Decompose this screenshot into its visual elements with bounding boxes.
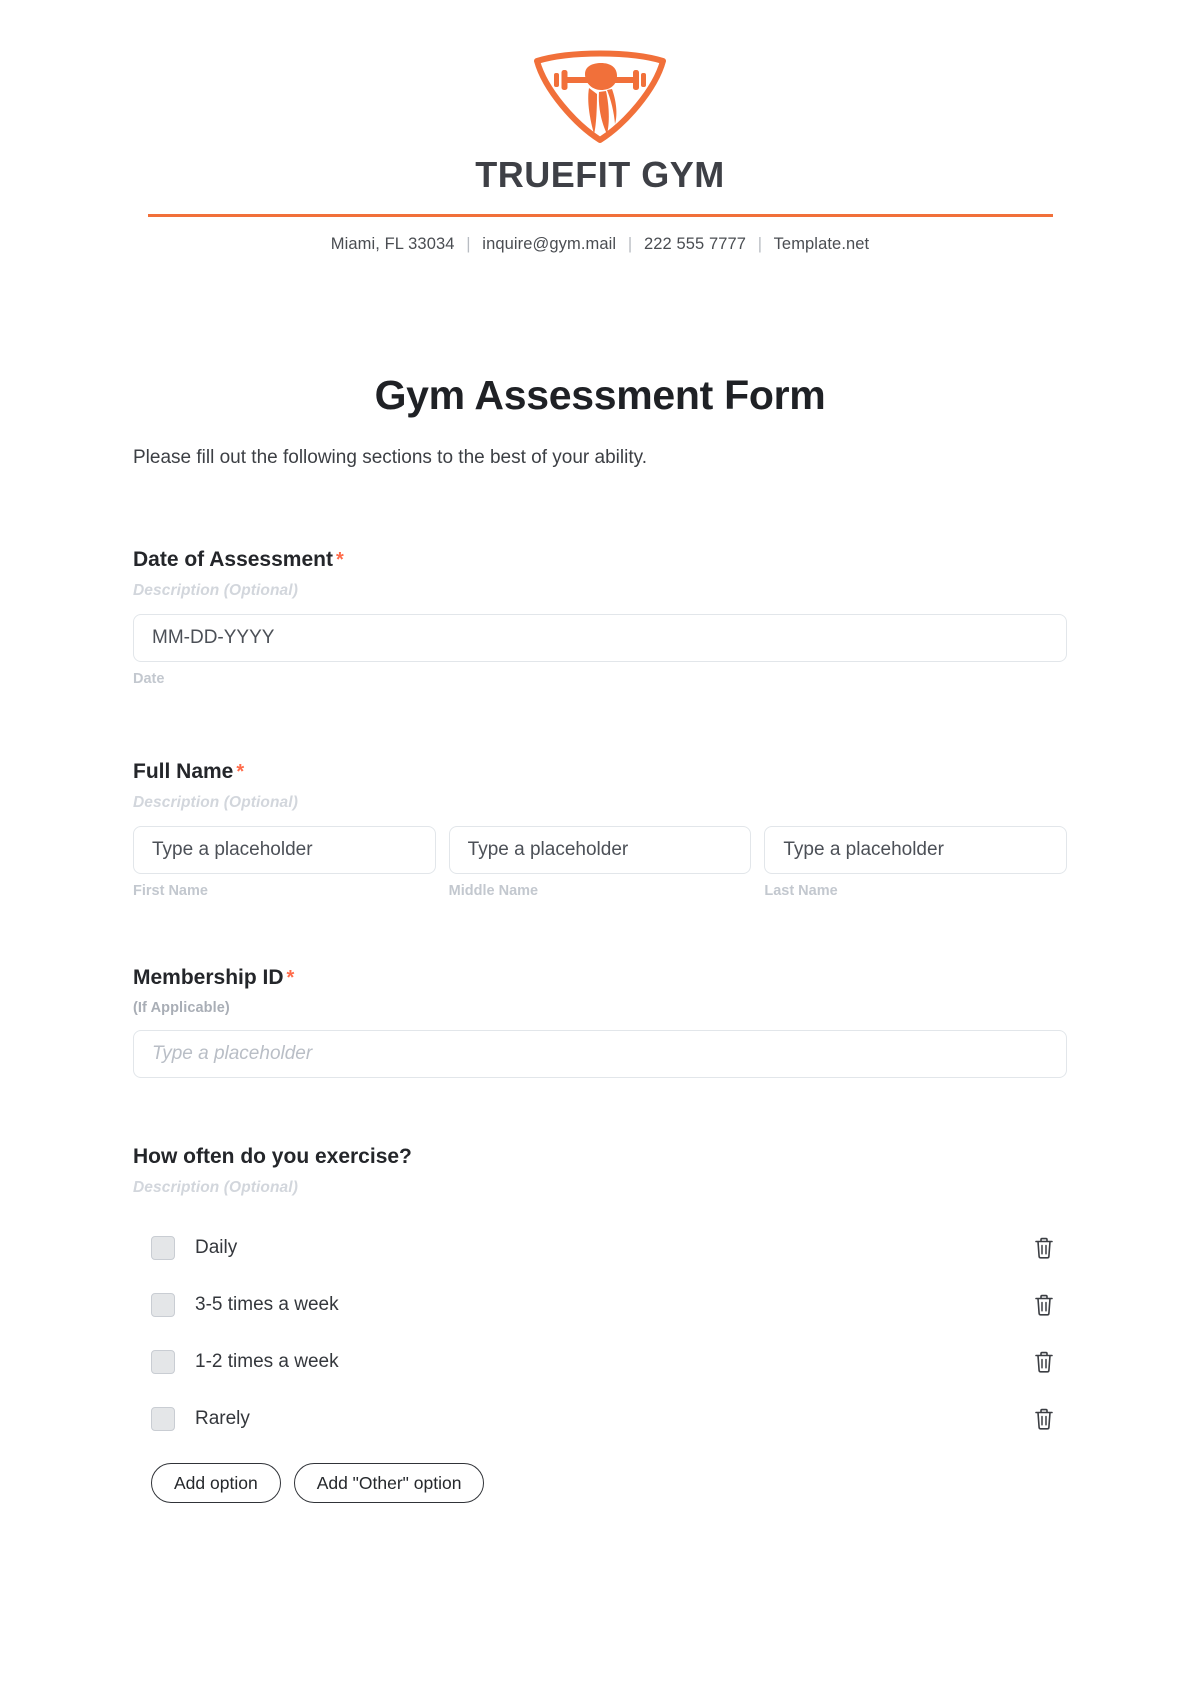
field-full-name: Full Name * Description (Optional) Type a… bbox=[133, 759, 1068, 899]
membership-id-input[interactable]: Type a placeholder bbox=[133, 1030, 1067, 1079]
name-col-middle: Type a placeholder Middle Name bbox=[448, 825, 752, 899]
input-caption-middle-name: Middle Name bbox=[448, 882, 539, 899]
field-membership-id: Membership ID * (If Applicable) Type a pl… bbox=[133, 965, 1067, 1079]
date-input[interactable]: MM-DD-YYYY bbox=[133, 613, 1067, 662]
option-action-buttons: Add option Add "Other" option bbox=[151, 1463, 1067, 1504]
field-description-membership-id: (If Applicable) bbox=[133, 1000, 230, 1017]
option-label: Daily bbox=[195, 1236, 238, 1258]
option-row[interactable]: Daily bbox=[133, 1219, 1067, 1276]
option-row[interactable]: Rarely bbox=[133, 1390, 1067, 1447]
field-description-date-of-assessment: Description (Optional) bbox=[133, 581, 298, 599]
field-label-exercise-frequency: How often do you exercise? bbox=[133, 1145, 412, 1169]
trash-icon bbox=[1035, 1351, 1053, 1373]
form-body: Date of Assessment * Description (Optiona… bbox=[0, 547, 1200, 1504]
option-label: Rarely bbox=[195, 1407, 250, 1429]
trash-icon bbox=[1035, 1294, 1053, 1316]
field-exercise-frequency: How often do you exercise? Description (… bbox=[133, 1144, 1067, 1504]
field-label-date-of-assessment: Date of Assessment * bbox=[133, 547, 1067, 572]
input-caption-date: Date bbox=[133, 670, 165, 687]
field-date-of-assessment: Date of Assessment * Description (Optiona… bbox=[133, 547, 1067, 687]
middle-name-input[interactable]: Type a placeholder bbox=[448, 825, 752, 874]
required-marker: * bbox=[236, 760, 245, 783]
trash-icon bbox=[1035, 1237, 1053, 1259]
option-label: 3-5 times a week bbox=[195, 1293, 339, 1315]
contact-separator-1: | bbox=[466, 234, 471, 253]
delete-option-button[interactable] bbox=[1031, 1348, 1057, 1376]
contact-email: inquire@gym.mail bbox=[482, 234, 617, 253]
contact-separator-3: | bbox=[757, 234, 763, 253]
option-label: 1-2 times a week bbox=[195, 1350, 339, 1372]
contact-separator-2: | bbox=[627, 234, 633, 253]
checkbox-rarely[interactable] bbox=[151, 1406, 175, 1431]
field-label-text: Membership ID bbox=[133, 965, 284, 989]
field-label-text: Full Name bbox=[133, 759, 234, 783]
option-row[interactable]: 1-2 times a week bbox=[133, 1333, 1067, 1390]
contact-info-line: Miami, FL 33034 | inquire@gym.mail | 222… bbox=[0, 235, 1200, 254]
checkbox-1-2-times-a-week[interactable] bbox=[151, 1349, 175, 1374]
header-divider bbox=[147, 214, 1053, 217]
required-marker: * bbox=[286, 966, 295, 989]
field-label-full-name: Full Name * bbox=[133, 759, 1067, 784]
contact-address: Miami, FL 33034 bbox=[330, 234, 455, 253]
input-caption-first-name: First Name bbox=[133, 882, 208, 899]
contact-phone: 222 555 7777 bbox=[643, 234, 747, 253]
add-option-button[interactable]: Add option bbox=[151, 1463, 281, 1504]
page-title: Gym Assessment Form bbox=[374, 371, 826, 418]
field-description-exercise-frequency: Description (Optional) bbox=[133, 1179, 298, 1197]
page-subtitle: Please fill out the following sections t… bbox=[133, 446, 647, 468]
add-other-option-button[interactable]: Add "Other" option bbox=[293, 1463, 485, 1504]
checkbox-daily[interactable] bbox=[151, 1235, 175, 1260]
exercise-options-list: Daily 3-5 times a week 1-2 times a week … bbox=[133, 1219, 1067, 1447]
brand-name: TRUEFIT GYM bbox=[475, 154, 725, 195]
last-name-input[interactable]: Type a placeholder bbox=[764, 825, 1068, 874]
option-row[interactable]: 3-5 times a week bbox=[133, 1276, 1067, 1333]
contact-website: Template.net bbox=[773, 234, 870, 253]
trash-icon bbox=[1035, 1408, 1053, 1430]
name-inputs-row: Type a placeholder First Name Type a pla… bbox=[133, 825, 1068, 899]
field-label-membership-id: Membership ID * bbox=[133, 965, 1067, 990]
checkbox-3-5-times-a-week[interactable] bbox=[151, 1292, 175, 1317]
field-label-text: Date of Assessment bbox=[133, 547, 333, 571]
input-caption-last-name: Last Name bbox=[764, 882, 838, 899]
gym-shield-barbell-logo-icon bbox=[534, 50, 666, 143]
name-col-first: Type a placeholder First Name bbox=[133, 825, 436, 899]
form-page: TRUEFIT GYM Miami, FL 33034 | inquire@gy… bbox=[0, 0, 1200, 1701]
delete-option-button[interactable] bbox=[1031, 1405, 1057, 1433]
required-marker: * bbox=[335, 548, 344, 571]
first-name-input[interactable]: Type a placeholder bbox=[133, 825, 436, 874]
delete-option-button[interactable] bbox=[1031, 1234, 1057, 1262]
name-col-last: Type a placeholder Last Name bbox=[764, 825, 1068, 899]
delete-option-button[interactable] bbox=[1031, 1291, 1057, 1319]
page-header: TRUEFIT GYM Miami, FL 33034 | inquire@gy… bbox=[0, 0, 1200, 254]
field-description-full-name: Description (Optional) bbox=[133, 793, 298, 811]
